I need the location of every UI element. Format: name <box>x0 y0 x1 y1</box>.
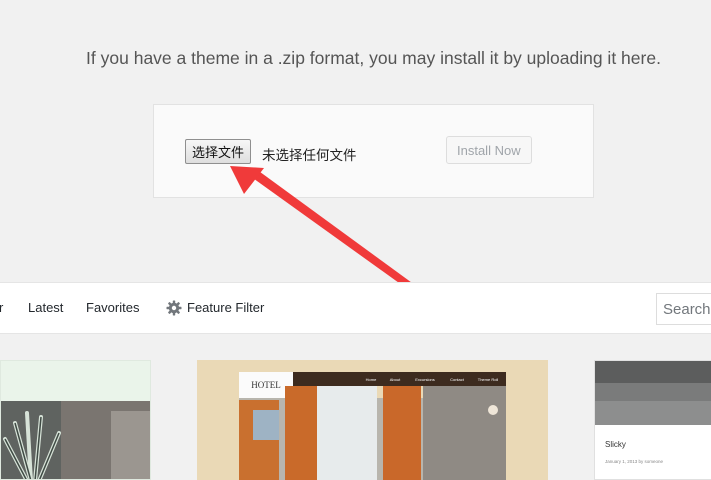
theme-screenshot: Slicky January 1, 2013 by someone <box>595 361 711 464</box>
slicky-meta: January 1, 2013 by someone <box>605 459 664 464</box>
upload-instructions: If you have a theme in a .zip format, yo… <box>86 48 661 68</box>
theme-screenshot <box>1 361 150 479</box>
theme-screenshot: HOTEL Home About Excursions Contact Them… <box>197 360 548 480</box>
hotel-nav-about: About <box>390 377 401 382</box>
upload-form: 选择文件 未选择任何文件 Install Now <box>153 104 594 198</box>
theme-card[interactable]: Slicky January 1, 2013 by someone <box>594 360 711 480</box>
hotel-nav-contact: Contact <box>450 377 465 382</box>
gear-icon[interactable] <box>166 300 182 316</box>
hotel-nav-theme-roll: Theme Roll <box>478 377 499 382</box>
search-themes-input[interactable] <box>656 293 711 325</box>
hotel-nav-excursions: Excursions <box>415 377 435 382</box>
hotel-logo: HOTEL <box>251 380 281 390</box>
filter-tab-partial[interactable]: r <box>0 300 3 315</box>
slicky-title: Slicky <box>605 440 626 449</box>
filter-tab-favorites[interactable]: Favorites <box>86 300 139 315</box>
install-now-button[interactable]: Install Now <box>446 136 532 164</box>
theme-filter-bar: r Latest Favorites Feature Filter <box>0 282 711 334</box>
theme-card[interactable] <box>0 360 151 480</box>
no-file-selected-text: 未选择任何文件 <box>262 148 357 164</box>
filter-tab-latest[interactable]: Latest <box>28 300 63 315</box>
theme-card[interactable]: HOTEL Home About Excursions Contact Them… <box>197 360 548 480</box>
hotel-nav-home: Home <box>366 377 377 382</box>
feature-filter-button[interactable]: Feature Filter <box>187 300 264 315</box>
choose-file-button[interactable]: 选择文件 <box>185 139 252 164</box>
